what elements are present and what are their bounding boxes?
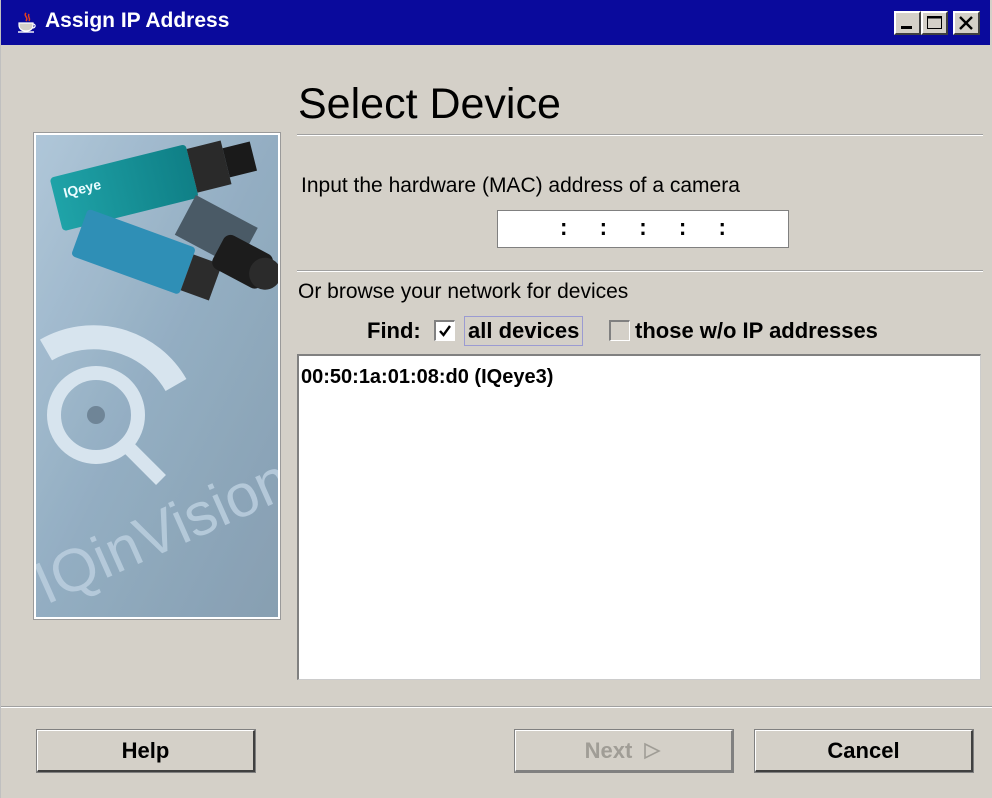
mac-address-field[interactable] (497, 210, 789, 248)
no-ip-devices-label[interactable]: those w/o IP addresses (635, 318, 878, 344)
next-button-label: Next (584, 737, 633, 763)
all-devices-checkbox[interactable] (434, 320, 455, 341)
help-button-label: Help (121, 737, 170, 763)
help-button[interactable]: Help (36, 729, 256, 773)
close-icon (959, 16, 973, 30)
all-devices-label[interactable]: all devices (464, 316, 584, 346)
next-button[interactable]: Next (514, 729, 734, 773)
find-label: Find: (367, 318, 421, 343)
maximize-icon (927, 16, 942, 29)
cancel-button[interactable]: Cancel (754, 729, 974, 773)
window-title: Assign IP Address (45, 9, 230, 32)
separator (297, 270, 983, 272)
minimize-button[interactable] (894, 11, 921, 35)
list-item[interactable]: 00:50:1a:01:08:d0 (IQeye3) (301, 366, 553, 389)
mac-address-label: Input the hardware (MAC) address of a ca… (301, 174, 740, 197)
no-ip-devices-checkbox[interactable] (609, 320, 630, 341)
browse-label: Or browse your network for devices (298, 280, 629, 303)
separator (297, 134, 983, 136)
checkmark-icon (439, 325, 451, 337)
separator (1, 706, 992, 708)
cancel-button-label: Cancel (827, 737, 900, 763)
next-arrow-icon (644, 742, 662, 759)
java-cup-icon (17, 12, 37, 34)
minimize-icon (901, 26, 912, 29)
maximize-button[interactable] (921, 11, 948, 35)
mac-address-input[interactable] (498, 211, 788, 247)
page-title: Select Device (298, 80, 561, 128)
title-bar[interactable]: Assign IP Address (1, 0, 992, 45)
close-button[interactable] (953, 11, 980, 35)
assign-ip-window: Assign IP Address IQinVision IQeye Selec… (0, 0, 992, 798)
product-image: IQinVision IQeye (33, 132, 281, 620)
device-list[interactable]: 00:50:1a:01:08:d0 (IQeye3) (297, 354, 981, 680)
